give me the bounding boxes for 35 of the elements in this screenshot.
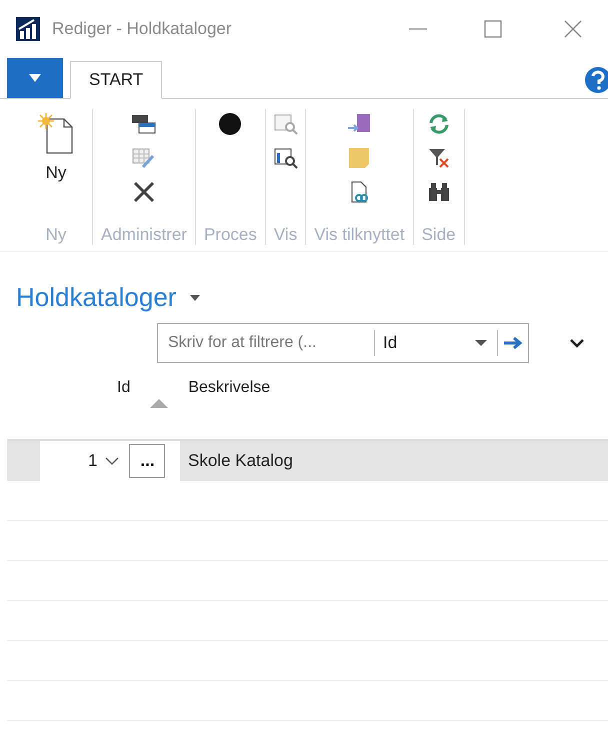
window-title: Rediger - Holdkataloger bbox=[52, 19, 232, 39]
windows-icon[interactable] bbox=[130, 113, 157, 135]
field-dropdown[interactable]: Id bbox=[375, 324, 497, 362]
chevron-down-icon[interactable] bbox=[569, 338, 585, 348]
close-icon[interactable] bbox=[562, 18, 584, 40]
new-document-icon bbox=[38, 113, 74, 155]
edit-table-icon[interactable] bbox=[130, 147, 157, 169]
page-heading: Holdkataloger bbox=[16, 282, 176, 313]
chevron-down-icon[interactable] bbox=[105, 457, 120, 465]
circle-icon[interactable] bbox=[217, 113, 244, 135]
search-icon[interactable] bbox=[272, 147, 299, 169]
row-actions-button[interactable]: ... bbox=[129, 444, 166, 478]
group-label: Vis tilknyttet bbox=[313, 225, 406, 245]
column-header[interactable]: Beskrivelse bbox=[188, 379, 270, 397]
id-cell: 1 bbox=[88, 451, 98, 471]
notebook-icon[interactable] bbox=[346, 113, 372, 135]
column-header[interactable]: Id bbox=[117, 379, 130, 397]
group-label: Vis bbox=[272, 225, 298, 245]
group-label: Side bbox=[420, 225, 457, 245]
group-label: Proces bbox=[202, 225, 258, 245]
filter-field[interactable]: Skriv for at filtrere (... Id bbox=[157, 323, 529, 363]
group-label: Ny bbox=[44, 225, 68, 245]
maximize-icon[interactable] bbox=[482, 18, 504, 40]
application-menu-button[interactable] bbox=[7, 58, 63, 98]
description-cell: Skole Katalog bbox=[188, 451, 293, 471]
caret-icon[interactable] bbox=[190, 294, 200, 300]
arrow-right-icon bbox=[503, 336, 523, 350]
caret-icon bbox=[27, 73, 43, 83]
app-logo-icon bbox=[16, 17, 40, 41]
table-row[interactable]: 1 ... Skole Katalog bbox=[7, 439, 608, 481]
caret-icon bbox=[475, 340, 487, 346]
new-button[interactable]: Ny bbox=[24, 113, 88, 183]
group-label: Administrer bbox=[100, 225, 188, 245]
ribbon-tab[interactable]: START bbox=[70, 61, 162, 99]
help-icon[interactable] bbox=[584, 66, 608, 94]
